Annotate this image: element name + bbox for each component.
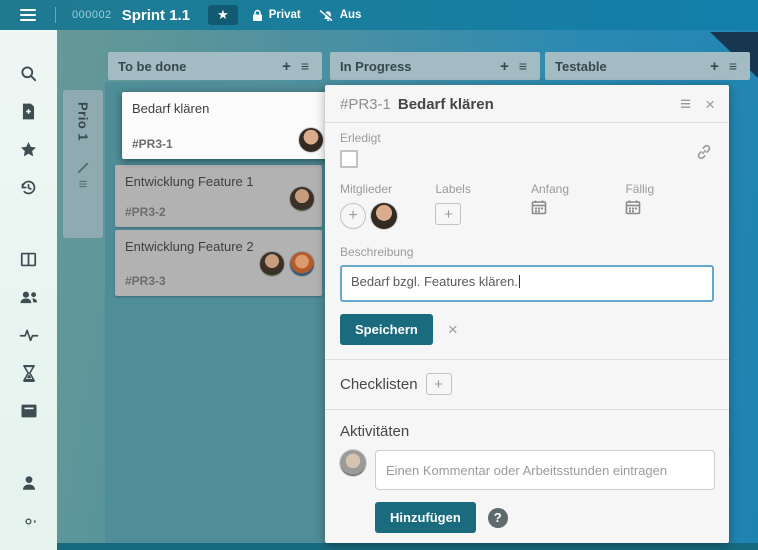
card-fields-row: Mitglieder + Labels + Anfang [340,182,715,229]
checklists-section: Checklisten + [340,373,715,395]
checklists-label: Checklisten [340,376,418,393]
hamburger-menu-icon[interactable] [0,0,55,30]
list-header-in-progress: In Progress + ≡ [330,52,540,80]
star-icon: ★ [217,8,229,21]
card-detail-panel: #PR3-1 Bedarf klären ≡ × Erledigt Mitgli… [325,85,729,543]
labels-label: Labels [435,182,530,196]
members-label: Mitglieder [340,182,435,196]
archive-icon[interactable] [0,396,57,426]
avatar [290,187,314,211]
description-textarea[interactable]: Bedarf bzgl. Features klären. [340,265,714,302]
notifications-toggle[interactable]: Aus [319,9,362,22]
save-button[interactable]: Speichern [340,314,433,345]
link-icon[interactable] [693,141,715,168]
list-header-testable: Testable + ≡ [545,52,750,80]
list-menu-icon[interactable]: ≡ [514,59,532,73]
comment-row [340,450,715,490]
description-label: Beschreibung [340,245,715,259]
hourglass-icon[interactable] [0,358,57,388]
app-window: 000002 Sprint 1.1 ★ Privat Aus To be don… [0,0,758,550]
history-icon[interactable] [0,172,57,202]
list-menu-icon[interactable]: ≡ [296,59,314,73]
add-label-button[interactable]: + [435,203,461,225]
card-detail-header: #PR3-1 Bedarf klären ≡ × [325,95,729,123]
start-date-label: Anfang [531,182,626,196]
board-canvas: To be done + ≡ In Progress + ≡ Testable … [0,30,758,550]
search-icon[interactable] [0,58,57,88]
list-title: In Progress [340,59,495,74]
member-avatar[interactable] [371,203,397,229]
card-id: #PR3-1 [132,137,173,151]
privacy-label: Privat [269,9,301,21]
board-title[interactable]: Sprint 1.1 [122,7,190,24]
user-icon[interactable] [0,468,57,498]
current-user-avatar [340,450,366,476]
card-pr3-2[interactable]: Entwicklung Feature 1 #PR3-2 [115,165,322,227]
add-checklist-button[interactable]: + [426,373,452,395]
board-bottom-edge [57,543,758,550]
due-date-button[interactable] [625,199,715,215]
topbar: 000002 Sprint 1.1 ★ Privat Aus [0,0,758,30]
list-menu-icon[interactable]: ≡ [724,59,742,73]
board-id: 000002 [72,9,112,21]
cancel-icon[interactable]: × [448,320,458,340]
card-detail-id: #PR3-1 [340,96,391,113]
list-title: Testable [555,59,705,74]
calendar-icon [531,199,547,215]
due-date-label: Fällig [625,182,715,196]
add-card-icon[interactable]: + [277,59,296,74]
notifications-label: Aus [340,9,362,21]
avatar [299,128,323,152]
card-pr3-1[interactable]: Bedarf klären #PR3-1 [122,92,331,159]
add-comment-row: Hinzufügen ? [375,502,715,533]
board-view-icon[interactable] [0,244,57,274]
card-detail-title[interactable]: Bedarf klären [398,96,672,113]
card-title: Bedarf klären [132,101,321,116]
star-board-button[interactable]: ★ [208,5,238,25]
sidebar [0,30,57,550]
swimlane-title: Prio 1 [76,102,91,141]
start-date-button[interactable] [531,199,626,215]
add-card-icon[interactable]: + [705,59,724,74]
card-menu-icon[interactable]: ≡ [672,95,699,114]
divider [325,359,729,360]
bell-off-icon [319,9,334,22]
add-card-icon[interactable]: + [495,59,514,74]
settings-gear-icon[interactable] [0,506,57,536]
add-document-icon[interactable] [0,96,57,126]
activities-label: Aktivitäten [340,423,409,440]
text-cursor [519,275,520,288]
card-id: #PR3-3 [125,274,166,288]
done-row: Erledigt [340,131,715,168]
swimlane-resize-handle-icon[interactable] [77,162,88,173]
add-comment-button[interactable]: Hinzufügen [375,502,476,533]
done-label: Erledigt [340,131,693,145]
description-text: Bedarf bzgl. Features klären. [351,274,518,289]
close-icon[interactable]: × [699,96,717,113]
save-row: Speichern × [340,314,715,345]
calendar-icon [625,199,641,215]
avatar [260,252,284,276]
card-title: Entwicklung Feature 2 [125,239,312,254]
divider [325,409,729,410]
star-icon[interactable] [0,134,57,164]
list-title: To be done [118,59,277,74]
members-icon[interactable] [0,282,57,312]
activities-section: Aktivitäten [340,423,715,440]
swimlane-menu-icon[interactable]: ≡ [79,177,88,192]
avatar [290,252,314,276]
add-member-button[interactable]: + [340,203,366,229]
swimlane-prio-1[interactable]: Prio 1 ≡ [63,90,103,238]
lock-icon [252,9,263,22]
activity-icon[interactable] [0,320,57,350]
help-icon[interactable]: ? [488,508,508,528]
topbar-divider [55,7,56,23]
card-title: Entwicklung Feature 1 [125,174,312,189]
done-checkbox[interactable] [340,150,358,168]
card-id: #PR3-2 [125,205,166,219]
privacy-button[interactable]: Privat [252,9,301,22]
list-header-to-be-done: To be done + ≡ [108,52,322,80]
card-pr3-3[interactable]: Entwicklung Feature 2 #PR3-3 [115,230,322,296]
comment-input[interactable] [375,450,715,490]
